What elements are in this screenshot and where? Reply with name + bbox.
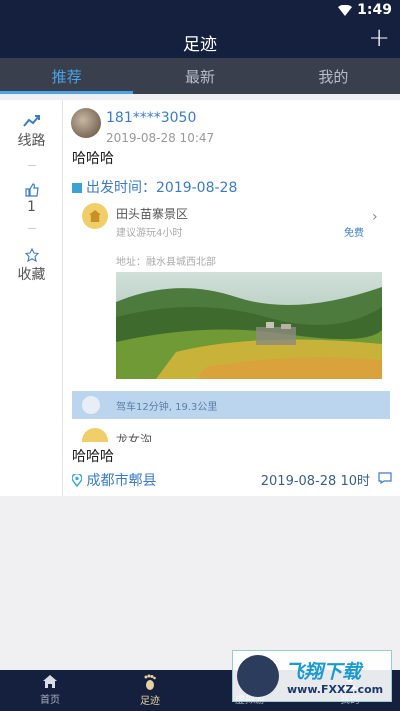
location-pin-icon xyxy=(71,472,83,488)
chevron-right-icon[interactable]: › xyxy=(372,209,378,225)
location[interactable]: 成都市郫县 xyxy=(71,470,157,490)
divider xyxy=(28,165,36,166)
post-sidebar: 线路 1 收藏 xyxy=(0,100,63,496)
nav-home[interactable]: 首页 xyxy=(0,670,100,711)
departure-text: 出发时间：2019-08-28 xyxy=(86,180,238,196)
pagoda-icon xyxy=(82,428,108,442)
logo-icon xyxy=(237,655,279,697)
watermark-title: 飞翔下载 xyxy=(285,661,362,683)
post-date: 2019-08-28 10时 xyxy=(260,474,370,489)
add-button[interactable]: + xyxy=(368,24,390,52)
post-content: 181****3050 2019-08-28 10:47 哈哈哈 出发时间：20… xyxy=(63,100,400,496)
post-card: 线路 1 收藏 181****3050 2019-08-28 10:47 哈哈哈… xyxy=(0,100,400,496)
departure-time: 出发时间：2019-08-28 xyxy=(72,177,237,197)
spot-name: 田头苗寨景区 xyxy=(116,207,189,221)
status-time: 1:49 xyxy=(357,2,392,18)
tab-mine[interactable]: 我的 xyxy=(267,58,400,94)
avatar[interactable] xyxy=(71,108,101,138)
next-spot-name: 龙女沟 xyxy=(116,433,153,442)
star-icon xyxy=(24,248,39,262)
favorite-button[interactable]: 收藏 xyxy=(0,248,63,284)
tab-latest[interactable]: 最新 xyxy=(133,58,266,94)
nav-home-label: 首页 xyxy=(40,695,60,706)
divider xyxy=(28,228,36,229)
spot-suggestion: 建议游玩4小时 xyxy=(116,228,183,239)
drive-info-bar: 驾车12分钟, 19.3公里 xyxy=(72,391,390,419)
tab-recommended[interactable]: 推荐 xyxy=(0,58,134,94)
favorite-label: 收藏 xyxy=(17,267,46,283)
thumbs-up-icon xyxy=(24,183,39,197)
nav-footprint-label: 足迹 xyxy=(140,696,160,707)
post-title: 哈哈哈 xyxy=(72,151,114,167)
status-bar: 1:49 xyxy=(0,0,400,22)
drive-info: 驾车12分钟, 19.3公里 xyxy=(116,402,218,413)
footprint-icon xyxy=(144,674,156,690)
post-body: 哈哈哈 xyxy=(72,449,114,465)
location-text: 成都市郫县 xyxy=(86,473,157,489)
car-icon xyxy=(82,396,100,414)
watermark-url: www.FXXZ.com xyxy=(287,683,384,696)
header: 足迹 + xyxy=(0,22,400,58)
page-title: 足迹 xyxy=(183,35,217,55)
tab-bar: 推荐 最新 我的 xyxy=(0,58,400,94)
comment-icon[interactable] xyxy=(378,472,392,484)
route-label: 线路 xyxy=(17,133,46,149)
home-icon xyxy=(43,675,57,688)
pagoda-icon xyxy=(82,203,108,229)
wifi-icon xyxy=(338,5,352,16)
like-count: 1 xyxy=(27,199,36,215)
user-name[interactable]: 181****3050 xyxy=(106,110,196,126)
route-button[interactable]: 线路 xyxy=(0,114,63,150)
like-button[interactable]: 1 xyxy=(0,183,63,215)
scenic-photo[interactable] xyxy=(116,272,382,379)
trend-icon xyxy=(22,115,40,127)
spot-address: 地址：融水县城西北部 xyxy=(116,257,216,268)
site-watermark: 飞翔下载 www.FXXZ.com xyxy=(232,650,392,702)
post-time: 2019-08-28 10:47 xyxy=(106,131,215,145)
itinerary-card[interactable]: 田头苗寨景区 建议游玩4小时 免费 › 地址：融水县城西北部 驾车12分钟, 1… xyxy=(72,197,390,442)
spot-fee: 免费 xyxy=(344,228,364,239)
calendar-icon xyxy=(72,183,82,193)
nav-footprint[interactable]: 足迹 xyxy=(100,670,200,711)
